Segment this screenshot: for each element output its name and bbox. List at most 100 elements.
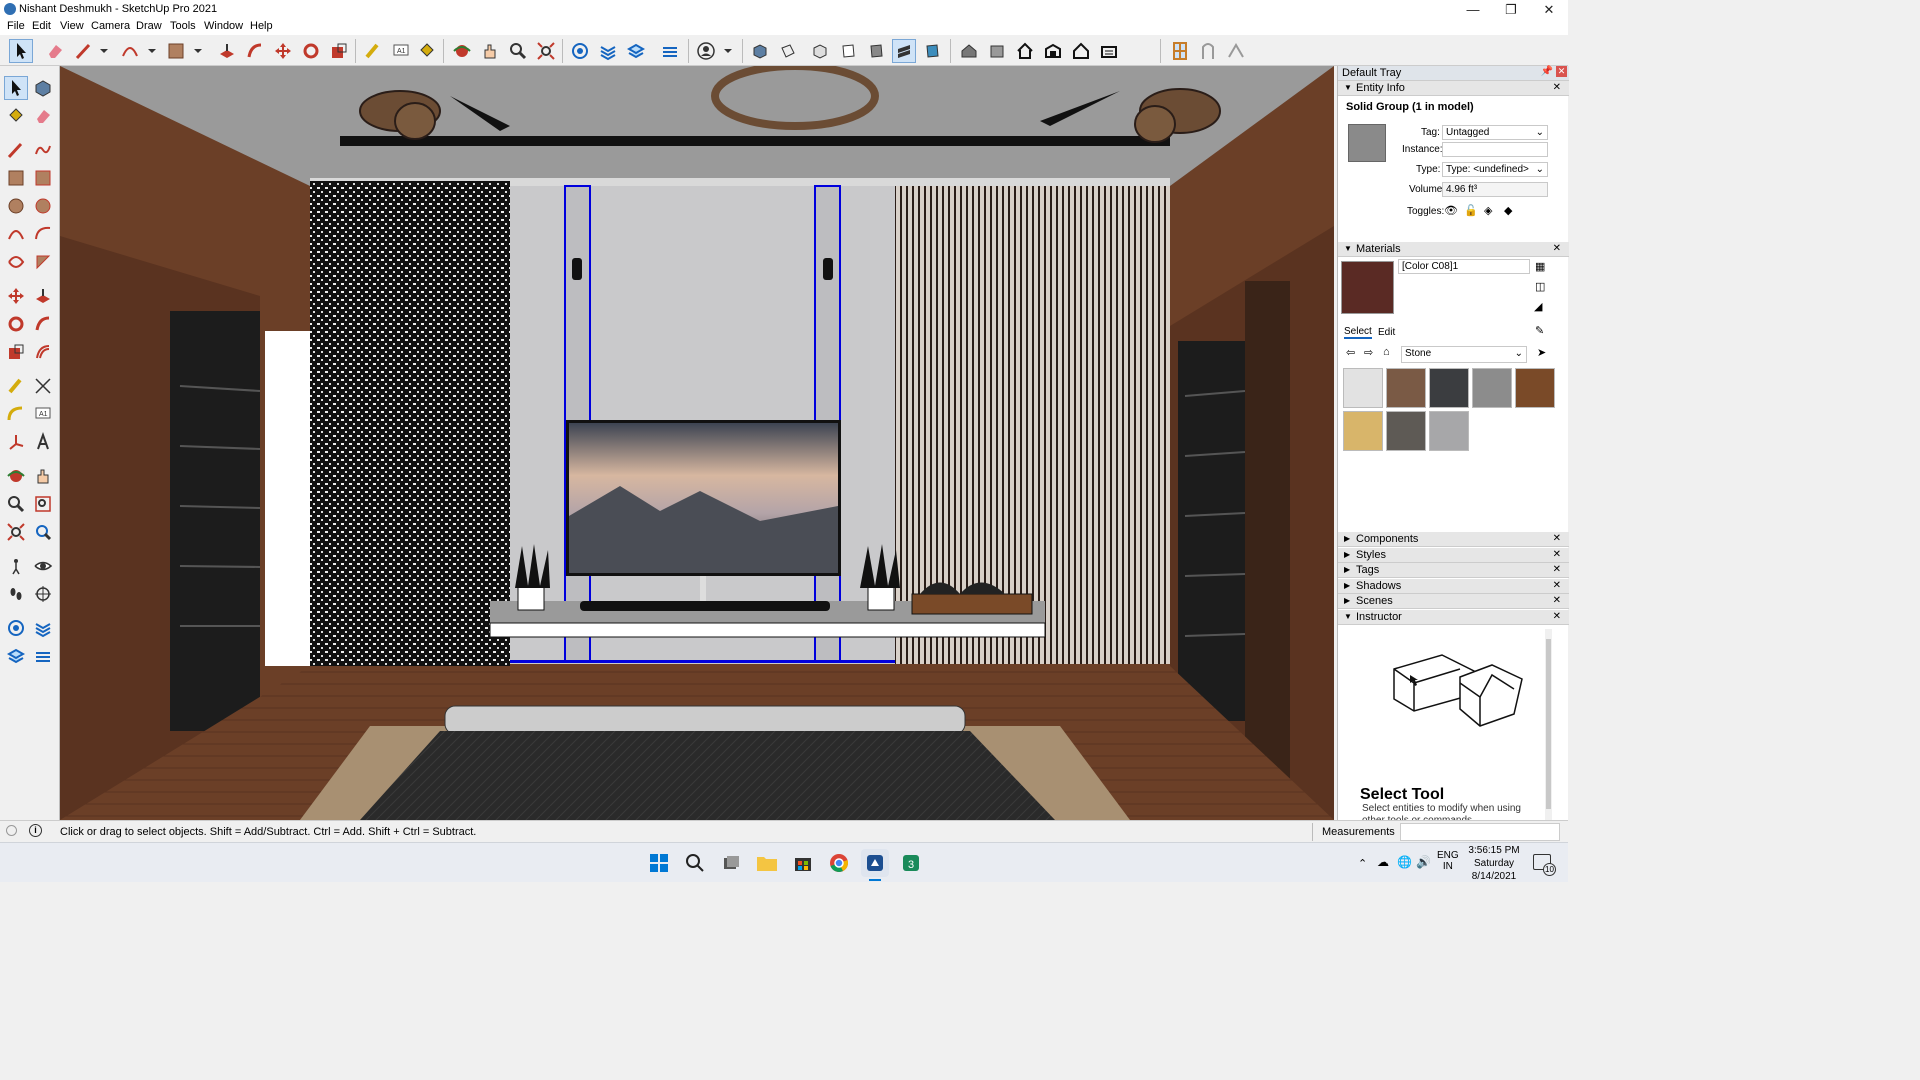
iso-view-icon[interactable] xyxy=(748,39,772,63)
panel-close-icon[interactable]: ✕ xyxy=(1553,82,1561,93)
protractor-icon[interactable] xyxy=(4,402,28,426)
layers-icon[interactable] xyxy=(658,39,682,63)
outliner-icon[interactable] xyxy=(4,616,28,640)
garage-icon[interactable] xyxy=(1097,39,1121,63)
panel-close-icon[interactable]: ✕ xyxy=(1553,611,1561,622)
circle-icon[interactable] xyxy=(4,194,28,218)
shaded-icon[interactable] xyxy=(892,39,916,63)
panel-header-scenes[interactable]: ▶ Scenes ✕ xyxy=(1338,594,1569,610)
zoom-extents-icon[interactable] xyxy=(534,39,558,63)
three-point-arc-icon[interactable] xyxy=(4,250,28,274)
tab-select[interactable]: Select xyxy=(1344,326,1372,339)
materials-header[interactable]: ▼ Materials ✕ xyxy=(1338,242,1569,257)
make-component-icon[interactable] xyxy=(31,76,55,100)
sample-paint-icon[interactable]: ✎ xyxy=(1535,324,1544,337)
eraser-icon[interactable] xyxy=(43,39,67,63)
details-arrow-icon[interactable]: ➤ xyxy=(1537,346,1546,359)
3d-text-icon[interactable] xyxy=(31,430,55,454)
layers-icon[interactable] xyxy=(31,644,55,668)
paint-bucket-icon[interactable] xyxy=(415,39,439,63)
network-icon[interactable]: 🌐 xyxy=(1397,855,1412,869)
current-material-swatch[interactable] xyxy=(1341,261,1394,314)
panel-header-styles[interactable]: ▶ Styles ✕ xyxy=(1338,547,1569,563)
zoom-icon[interactable] xyxy=(506,39,530,63)
scale-icon[interactable] xyxy=(4,340,28,364)
entity-info-header[interactable]: ▼ Entity Info ✕ xyxy=(1338,81,1569,96)
outliner-icon[interactable] xyxy=(568,39,592,63)
house-outline-icon[interactable] xyxy=(1069,39,1093,63)
clock[interactable]: 3:56:15 PM Saturday 8/14/2021 xyxy=(1466,844,1522,883)
home-icon[interactable] xyxy=(1013,39,1037,63)
volume-icon[interactable]: 🔊 xyxy=(1416,855,1431,869)
panel-header-tags[interactable]: ▶ Tags ✕ xyxy=(1338,563,1569,579)
eraser-icon[interactable] xyxy=(31,104,55,128)
material-swatch[interactable] xyxy=(1386,411,1426,451)
menu-window[interactable]: Window xyxy=(200,20,247,32)
sketchup-taskbar-icon[interactable] xyxy=(861,849,889,877)
rotated-rectangle-icon[interactable] xyxy=(31,166,55,190)
panel-close-icon[interactable]: ✕ xyxy=(1553,243,1561,254)
pin-icon[interactable]: 📌 xyxy=(1541,66,1553,77)
material-swatch[interactable] xyxy=(1343,411,1383,451)
lock-toggle-icon[interactable]: 🔓 xyxy=(1464,204,1478,217)
window-icon[interactable] xyxy=(1168,39,1192,63)
pan-icon[interactable] xyxy=(31,464,55,488)
position-camera-icon[interactable] xyxy=(4,554,28,578)
receive-shadows-icon[interactable]: ◆ xyxy=(1504,204,1512,217)
tape-measure-icon[interactable] xyxy=(4,374,28,398)
walk-icon[interactable] xyxy=(4,582,28,606)
rotate-icon[interactable] xyxy=(299,39,323,63)
material-swatch[interactable] xyxy=(1472,368,1512,408)
scale-icon[interactable] xyxy=(327,39,351,63)
material-swatch[interactable] xyxy=(1515,368,1555,408)
tray-close-icon[interactable]: ✕ xyxy=(1556,66,1567,77)
section-plane-icon[interactable] xyxy=(31,582,55,606)
model-viewport[interactable] xyxy=(60,66,1334,820)
freehand-icon[interactable] xyxy=(31,138,55,162)
material-swatch[interactable] xyxy=(1343,368,1383,408)
instructor-scrollbar[interactable] xyxy=(1545,629,1552,820)
geo-location-icon[interactable] xyxy=(6,825,17,836)
house-2-icon[interactable] xyxy=(985,39,1009,63)
look-around-icon[interactable] xyxy=(31,554,55,578)
chrome-icon[interactable] xyxy=(825,849,853,877)
zoom-window-icon[interactable] xyxy=(31,492,55,516)
tag-select[interactable]: Untagged ⌄ xyxy=(1442,125,1548,140)
orbit-icon[interactable] xyxy=(450,39,474,63)
dimension-icon[interactable] xyxy=(31,374,55,398)
rectangle-icon[interactable] xyxy=(4,166,28,190)
show-hidden-icons[interactable]: ⌃ xyxy=(1358,857,1367,870)
arc-icon[interactable] xyxy=(118,39,142,63)
instance-input[interactable] xyxy=(1442,142,1548,157)
material-swatch[interactable] xyxy=(1429,411,1469,451)
display-secondary-icon[interactable]: ◫ xyxy=(1535,280,1545,293)
door-icon[interactable] xyxy=(1196,39,1220,63)
house-1-icon[interactable] xyxy=(957,39,981,63)
push-pull-icon[interactable] xyxy=(215,39,239,63)
back-view-icon[interactable] xyxy=(864,39,888,63)
minimize-button[interactable]: — xyxy=(1458,0,1488,19)
menu-view[interactable]: View xyxy=(56,20,88,32)
maximize-button[interactable]: ❐ xyxy=(1496,0,1526,19)
home-icon[interactable]: ⌂ xyxy=(1383,346,1390,358)
layout-taskbar-icon[interactable]: 3 xyxy=(897,849,925,877)
chevron-down-icon[interactable] xyxy=(140,39,164,63)
orbit-icon[interactable] xyxy=(4,464,28,488)
front-view-icon[interactable] xyxy=(808,39,832,63)
material-swatch[interactable] xyxy=(1429,368,1469,408)
store-icon[interactable] xyxy=(789,849,817,877)
menu-camera[interactable]: Camera xyxy=(87,20,134,32)
type-select[interactable]: Type: <undefined> ⌄ xyxy=(1442,162,1548,177)
entity-material-swatch[interactable] xyxy=(1348,124,1386,162)
panel-close-icon[interactable]: ✕ xyxy=(1553,533,1561,544)
forward-arrow-icon[interactable]: ⇨ xyxy=(1364,346,1373,359)
follow-me-icon[interactable] xyxy=(31,312,55,336)
panel-close-icon[interactable]: ✕ xyxy=(1553,549,1561,560)
text-icon[interactable]: A1 xyxy=(389,39,413,63)
trim-icon[interactable] xyxy=(1224,39,1248,63)
menu-file[interactable]: File xyxy=(3,20,29,32)
chevron-down-icon[interactable] xyxy=(186,39,210,63)
section-plane-icon[interactable] xyxy=(596,39,620,63)
panel-header-instructor[interactable]: ▼ Instructor ✕ xyxy=(1338,610,1569,625)
back-arrow-icon[interactable]: ⇦ xyxy=(1346,346,1355,359)
